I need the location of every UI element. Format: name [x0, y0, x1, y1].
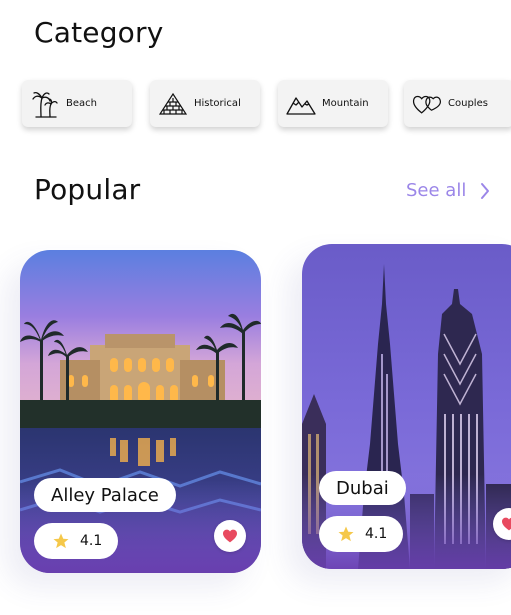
- favorite-button[interactable]: [214, 520, 246, 552]
- category-label-mountain: Mountain: [322, 98, 369, 109]
- heart-icon: [502, 517, 511, 531]
- place-name: Alley Palace: [51, 484, 159, 506]
- category-chip-beach[interactable]: Beach: [22, 80, 132, 127]
- mountain-icon: [286, 89, 316, 119]
- place-name: Dubai: [336, 477, 389, 499]
- star-icon: [52, 532, 70, 550]
- place-name-pill: Alley Palace: [34, 478, 176, 512]
- category-chip-couples[interactable]: Couples: [404, 80, 511, 127]
- rating-value: 4.1: [80, 533, 103, 549]
- popular-title: Popular: [34, 173, 141, 206]
- see-all-link[interactable]: See all: [406, 180, 490, 201]
- category-chip-historical[interactable]: Historical: [150, 80, 260, 127]
- rating-pill: 4.1: [34, 523, 118, 559]
- rating-value: 4.1: [365, 526, 388, 542]
- category-chip-mountain[interactable]: Mountain: [278, 80, 388, 127]
- category-title: Category: [34, 16, 164, 49]
- palm-tree-icon: [30, 89, 60, 119]
- heart-icon: [223, 529, 237, 543]
- place-name-pill: Dubai: [319, 471, 406, 505]
- category-list: Beach Historical Mountain Couples: [0, 80, 511, 130]
- rating-pill: 4.1: [319, 516, 403, 552]
- place-card-dubai[interactable]: Dubai 4.1: [302, 244, 511, 569]
- chevron-right-icon: [481, 182, 490, 199]
- star-icon: [337, 525, 355, 543]
- category-label-couples: Couples: [448, 98, 488, 109]
- place-card-alley-palace[interactable]: Alley Palace 4.1: [20, 250, 261, 573]
- category-label-beach: Beach: [66, 98, 97, 109]
- see-all-label: See all: [406, 180, 467, 201]
- category-label-historical: Historical: [194, 98, 241, 109]
- hearts-icon: [412, 89, 442, 119]
- pyramid-icon: [158, 89, 188, 119]
